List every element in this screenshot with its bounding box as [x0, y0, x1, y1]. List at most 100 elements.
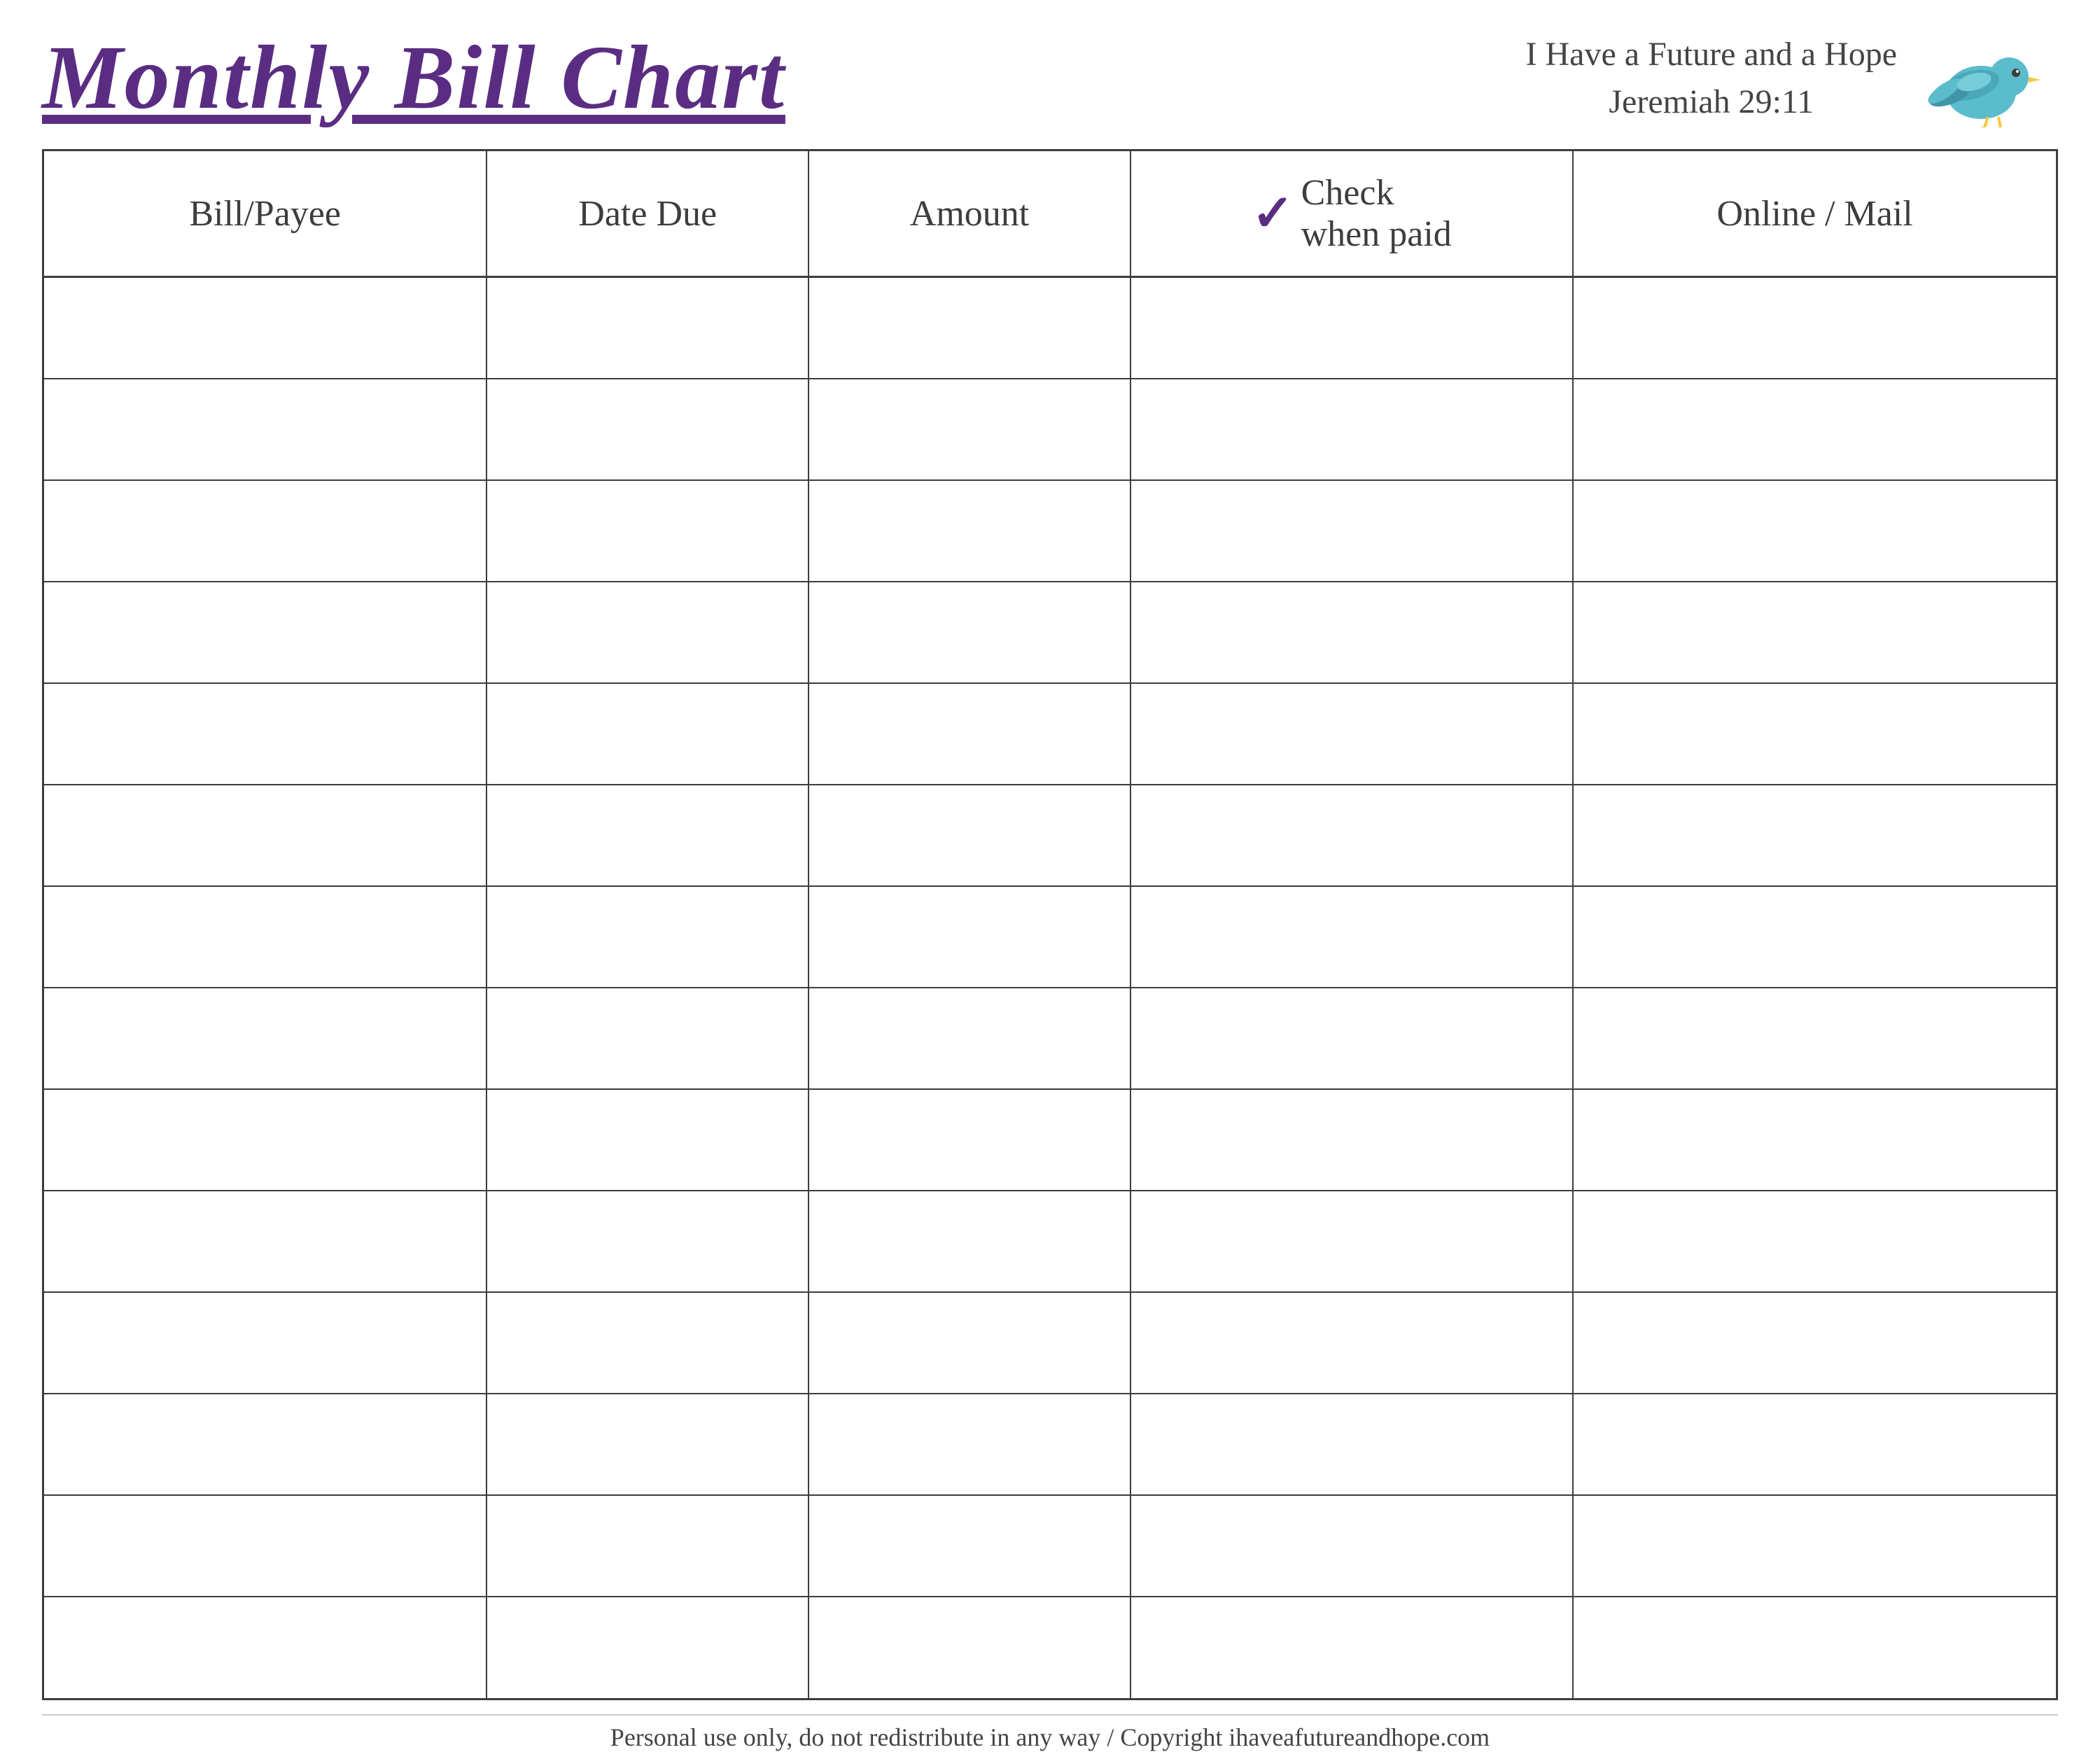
- cell-bill[interactable]: [44, 582, 486, 683]
- footer-text: Personal use only, do not redistribute i…: [610, 1723, 1490, 1751]
- col-date-due: Date Due: [486, 151, 808, 277]
- table-container: Bill/Payee Date Due Amount ✓ Check w: [42, 149, 2058, 1700]
- table-body: [44, 277, 2056, 1698]
- cell-check[interactable]: [1130, 379, 1573, 480]
- cell-check[interactable]: [1130, 1089, 1573, 1191]
- bill-table: Bill/Payee Date Due Amount ✓ Check w: [44, 151, 2056, 1698]
- cell-bill[interactable]: [44, 988, 486, 1089]
- cell-bill[interactable]: [44, 379, 486, 480]
- cell-amount[interactable]: [808, 1191, 1130, 1292]
- cell-online[interactable]: [1573, 1394, 2056, 1495]
- cell-check[interactable]: [1130, 1495, 1573, 1597]
- cell-date[interactable]: [486, 1191, 808, 1292]
- cell-online[interactable]: [1573, 1089, 2056, 1191]
- table-row: [44, 1394, 2056, 1495]
- cell-online[interactable]: [1573, 886, 2056, 988]
- cell-amount[interactable]: [808, 1089, 1130, 1191]
- cell-bill[interactable]: [44, 683, 486, 785]
- table-row: [44, 683, 2056, 785]
- cell-bill[interactable]: [44, 1292, 486, 1394]
- cell-amount[interactable]: [808, 886, 1130, 988]
- cell-date[interactable]: [486, 379, 808, 480]
- table-row: [44, 785, 2056, 886]
- cell-date[interactable]: [486, 1089, 808, 1191]
- cell-check[interactable]: [1130, 1394, 1573, 1495]
- table-row: [44, 277, 2056, 379]
- check-header-inner: ✓ Check when paid: [1145, 172, 1558, 255]
- cell-online[interactable]: [1573, 1597, 2056, 1698]
- cell-date[interactable]: [486, 785, 808, 886]
- cell-bill[interactable]: [44, 1495, 486, 1597]
- cell-amount[interactable]: [808, 785, 1130, 886]
- cell-amount[interactable]: [808, 683, 1130, 785]
- cell-check[interactable]: [1130, 1597, 1573, 1698]
- cell-amount[interactable]: [808, 582, 1130, 683]
- cell-online[interactable]: [1573, 683, 2056, 785]
- cell-online[interactable]: [1573, 988, 2056, 1089]
- cell-bill[interactable]: [44, 480, 486, 582]
- cell-online[interactable]: [1573, 785, 2056, 886]
- header: Monthly Bill Chart I Have a Future and a…: [42, 28, 2058, 128]
- cell-bill[interactable]: [44, 785, 486, 886]
- cell-date[interactable]: [486, 277, 808, 379]
- cell-date[interactable]: [486, 582, 808, 683]
- cell-amount[interactable]: [808, 1597, 1130, 1698]
- cell-amount[interactable]: [808, 480, 1130, 582]
- checkmark-icon: ✓: [1252, 188, 1294, 239]
- cell-online[interactable]: [1573, 582, 2056, 683]
- title-section: Monthly Bill Chart: [42, 28, 785, 128]
- cell-online[interactable]: [1573, 1292, 2056, 1394]
- cell-bill[interactable]: [44, 277, 486, 379]
- cell-online[interactable]: [1573, 480, 2056, 582]
- cell-check[interactable]: [1130, 988, 1573, 1089]
- cell-date[interactable]: [486, 683, 808, 785]
- cell-amount[interactable]: [808, 277, 1130, 379]
- cell-check[interactable]: [1130, 683, 1573, 785]
- cell-check[interactable]: [1130, 582, 1573, 683]
- header-row: Bill/Payee Date Due Amount ✓ Check w: [44, 151, 2056, 277]
- main-title: Monthly Bill Chart: [42, 28, 785, 128]
- cell-amount[interactable]: [808, 379, 1130, 480]
- cell-online[interactable]: [1573, 277, 2056, 379]
- cell-bill[interactable]: [44, 1191, 486, 1292]
- table-row: [44, 480, 2056, 582]
- cell-amount[interactable]: [808, 1394, 1130, 1495]
- right-header-inner: I Have a Future and a Hope Jeremiah 29:1…: [1526, 29, 2058, 127]
- cell-check[interactable]: [1130, 785, 1573, 886]
- cell-check[interactable]: [1130, 1292, 1573, 1394]
- table-row: [44, 1495, 2056, 1597]
- cell-check[interactable]: [1130, 886, 1573, 988]
- cell-check[interactable]: [1130, 480, 1573, 582]
- table-row: [44, 1597, 2056, 1698]
- table-row: [44, 1191, 2056, 1292]
- cell-amount[interactable]: [808, 1495, 1130, 1597]
- cell-check[interactable]: [1130, 1191, 1573, 1292]
- cell-date[interactable]: [486, 886, 808, 988]
- col-bill-payee: Bill/Payee: [44, 151, 486, 277]
- table-row: [44, 1089, 2056, 1191]
- cell-bill[interactable]: [44, 886, 486, 988]
- cell-date[interactable]: [486, 988, 808, 1089]
- cell-check[interactable]: [1130, 277, 1573, 379]
- check-when-paid-text: Check when paid: [1301, 172, 1452, 255]
- cell-online[interactable]: [1573, 1191, 2056, 1292]
- cell-date[interactable]: [486, 480, 808, 582]
- cell-date[interactable]: [486, 1394, 808, 1495]
- cell-bill[interactable]: [44, 1597, 486, 1698]
- cell-online[interactable]: [1573, 379, 2056, 480]
- cell-amount[interactable]: [808, 988, 1130, 1089]
- cell-date[interactable]: [486, 1495, 808, 1597]
- cell-date[interactable]: [486, 1292, 808, 1394]
- cell-date[interactable]: [486, 1597, 808, 1698]
- cell-bill[interactable]: [44, 1089, 486, 1191]
- cell-bill[interactable]: [44, 1394, 486, 1495]
- table-row: [44, 886, 2056, 988]
- table-row: [44, 988, 2056, 1089]
- col-amount: Amount: [808, 151, 1130, 277]
- col-online-mail: Online / Mail: [1573, 151, 2056, 277]
- cell-amount[interactable]: [808, 1292, 1130, 1394]
- table-header: Bill/Payee Date Due Amount ✓ Check w: [44, 151, 2056, 277]
- right-header: I Have a Future and a Hope Jeremiah 29:1…: [1526, 29, 2058, 127]
- bird-icon: [1918, 29, 2058, 127]
- cell-online[interactable]: [1573, 1495, 2056, 1597]
